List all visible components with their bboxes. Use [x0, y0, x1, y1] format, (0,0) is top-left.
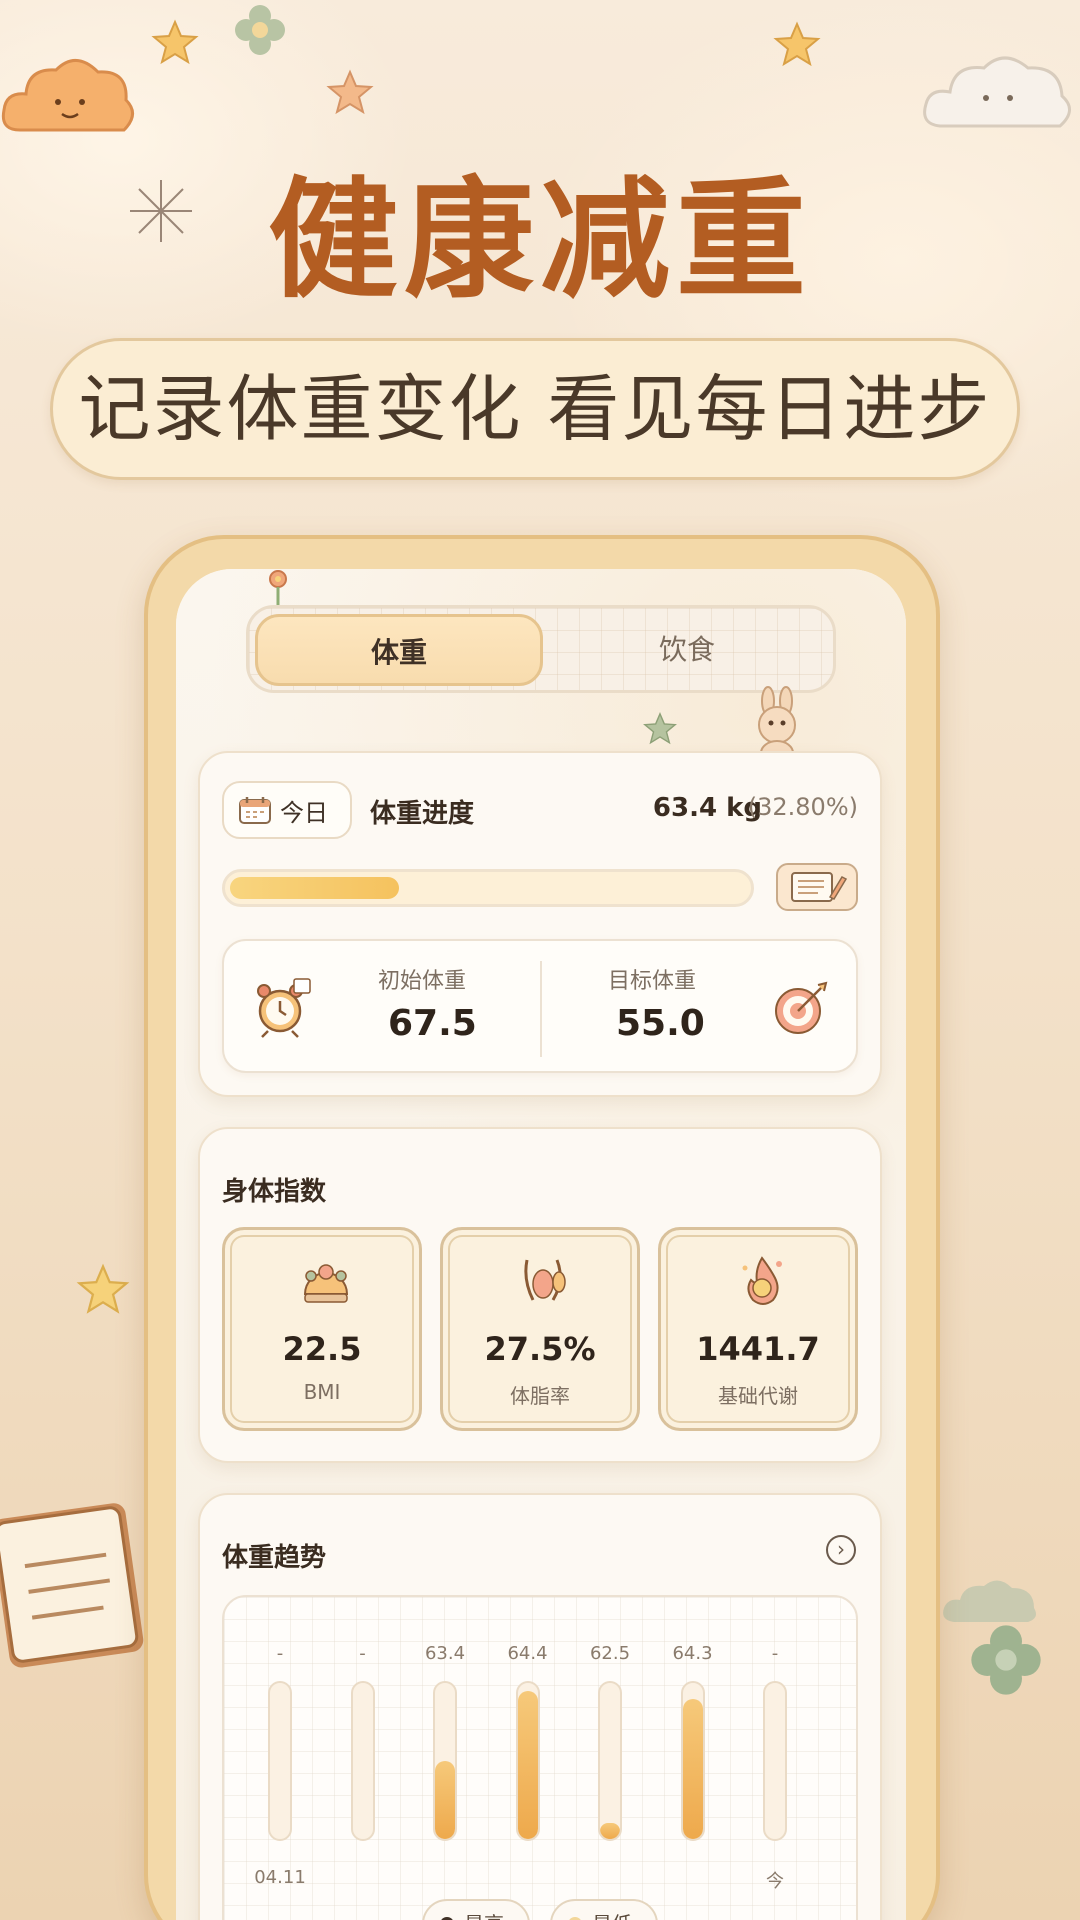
tab-bar: 体重 饮食: [246, 605, 836, 693]
star-icon: [773, 21, 821, 67]
body-index-title: 身体指数: [222, 1177, 327, 1207]
bar-value-label: -: [359, 1643, 366, 1664]
bmr-value: 1441.7: [696, 1330, 820, 1368]
date-chip-label: 今日: [280, 798, 328, 827]
bar-value-label: 64.3: [672, 1643, 713, 1664]
trend-bar[interactable]: [680, 1681, 705, 1841]
weight-trend-title: 体重趋势: [222, 1543, 327, 1573]
cloud-icon: [1, 59, 134, 132]
x-axis-label-end: 今: [766, 1871, 784, 1892]
trend-bar[interactable]: [350, 1681, 375, 1841]
x-axis-label-start: 04.11: [254, 1867, 306, 1888]
trend-bar-fill: [600, 1823, 620, 1839]
target-weight-value: 55.0: [616, 1003, 705, 1044]
notebook-icon: [0, 1503, 144, 1668]
bar-value-label: -: [276, 1643, 284, 1664]
weight-summary: 初始体重 67.5 目标体重 55.0: [222, 939, 858, 1073]
chevron-right-icon: ›: [837, 1537, 845, 1561]
star-icon: [326, 69, 374, 115]
app-screen: 体重 饮食 今日 体重进度 63.4 kg (32.80%) 初始体重 67.5…: [176, 569, 906, 1920]
trend-bar[interactable]: [515, 1681, 540, 1841]
trend-bar[interactable]: [433, 1681, 457, 1841]
body-fat-caliper-icon: [524, 1259, 566, 1301]
notebook-pencil-icon: [791, 872, 848, 902]
target-icon: [775, 981, 828, 1034]
bmi-label: BMI: [303, 1380, 341, 1404]
weight-progress-percent: (32.80%): [747, 793, 858, 821]
bmi-tile[interactable]: 22.5 BMI: [222, 1227, 422, 1431]
date-chip[interactable]: 今日: [222, 781, 352, 839]
trend-bar[interactable]: [763, 1681, 787, 1841]
flower-icon: [269, 570, 287, 605]
weight-trend-card: 体重趋势 › - - 63.4 64.4 62.5 64.3 - 04.11 今: [198, 1493, 882, 1920]
trend-bar[interactable]: [268, 1681, 292, 1841]
weight-progress-fill: [230, 877, 399, 899]
divider: [540, 961, 542, 1057]
legend-lowest[interactable]: 最低: [550, 1899, 658, 1920]
bmr-label: 基础代谢: [718, 1384, 798, 1408]
promo-subheadline: 记录体重变化 看见每日进步: [50, 338, 1020, 480]
alarm-clock-icon: [257, 978, 311, 1038]
bmr-tile[interactable]: 1441.7 基础代谢: [658, 1227, 858, 1431]
record-note-button[interactable]: [776, 863, 858, 911]
initial-weight-label: 初始体重: [378, 969, 467, 994]
cloud-icon: [923, 56, 1071, 128]
flower-icon: [235, 5, 285, 55]
legend-lowest-label: 最低: [592, 1912, 632, 1920]
body-fat-label: 体脂率: [510, 1384, 570, 1408]
promo-headline: 健康减重: [267, 164, 812, 316]
star-icon: [76, 1263, 130, 1314]
tab-diet[interactable]: 饮食: [543, 614, 831, 686]
star-icon: [643, 712, 677, 745]
bar-value-label: 64.4: [507, 1643, 548, 1664]
body-fat-value: 27.5%: [484, 1330, 596, 1368]
bar-value-label: 63.4: [424, 1643, 466, 1664]
bmi-gauge-icon: [303, 1264, 349, 1303]
current-weight: 63.4 kg: [652, 793, 762, 823]
trend-bar-fill: [517, 1691, 538, 1839]
legend-highest-label: 最高: [464, 1912, 504, 1920]
target-weight-label: 目标体重: [608, 969, 697, 994]
weight-progress-card: 今日 体重进度 63.4 kg (32.80%) 初始体重 67.5 目标体重 …: [198, 751, 882, 1097]
weight-progress-bar: [222, 869, 754, 907]
trend-more-button[interactable]: ›: [826, 1535, 856, 1565]
star-icon: [151, 19, 199, 65]
flame-icon: [742, 1256, 782, 1305]
body-index-card: 身体指数 22.5 BMI 27.5% 体脂率 1441.7 基础代谢: [198, 1127, 882, 1463]
bar-value-label: -: [771, 1643, 779, 1664]
trend-bar-fill: [435, 1761, 455, 1839]
cloud-icon: [943, 1580, 1036, 1622]
bar-value-label: 62.5: [589, 1643, 631, 1664]
legend-highest[interactable]: 最高: [422, 1899, 530, 1920]
body-fat-tile[interactable]: 27.5% 体脂率: [440, 1227, 640, 1431]
calendar-icon: [239, 797, 271, 824]
initial-weight-value: 67.5: [388, 1003, 477, 1044]
flower-icon: [971, 1625, 1041, 1695]
bmi-value: 22.5: [282, 1330, 362, 1368]
trend-bar[interactable]: [598, 1681, 622, 1841]
tab-weight[interactable]: 体重: [255, 614, 543, 686]
weight-trend-chart: - - 63.4 64.4 62.5 64.3 - 04.11 今: [222, 1595, 858, 1920]
weight-progress-title: 体重进度: [370, 799, 475, 829]
trend-bar-fill: [682, 1699, 703, 1839]
